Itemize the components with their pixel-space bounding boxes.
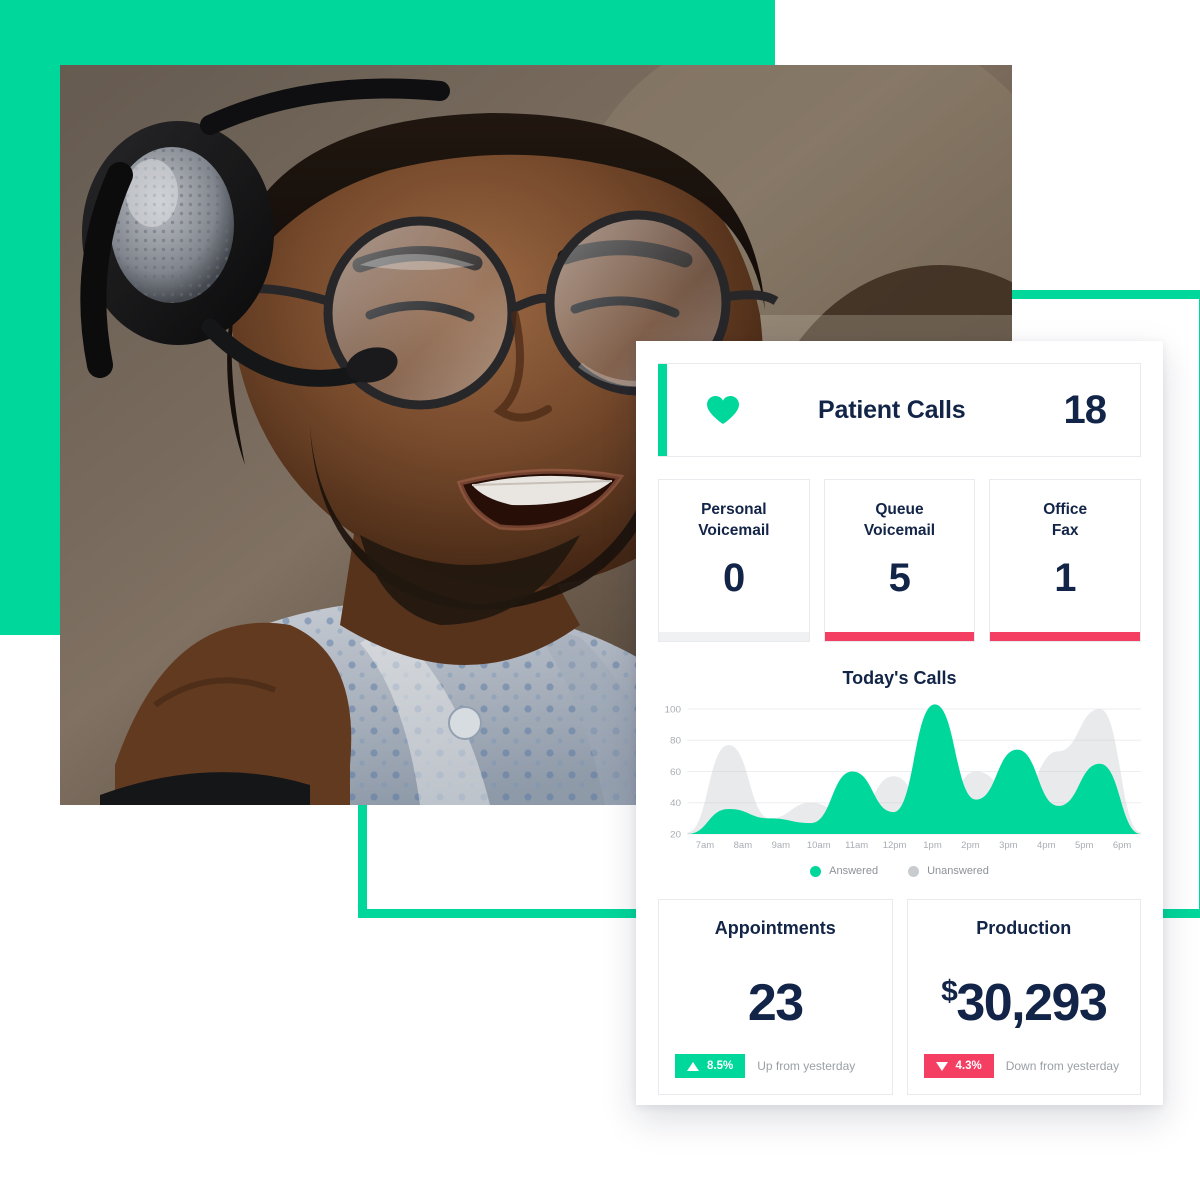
metric-footer: 4.3% Down from yesterday	[923, 1054, 1125, 1078]
legend-label: Unanswered	[927, 865, 989, 877]
triangle-down-icon	[935, 1061, 948, 1071]
x-tick-label: 1pm	[923, 840, 942, 851]
dashboard-card: Patient Calls 18 Personal Voicemail 0 Qu…	[636, 341, 1163, 1105]
stat-label-line1: Office	[1043, 501, 1088, 518]
x-tick-label: 7am	[695, 840, 715, 851]
chart-title: Today's Calls	[842, 668, 957, 688]
svg-text:40: 40	[670, 798, 682, 809]
stat-label: Personal Voicemail	[698, 500, 769, 542]
page-root: Patient Calls 18 Personal Voicemail 0 Qu…	[0, 0, 1200, 1177]
accent-bar	[658, 364, 667, 456]
x-tick-label: 2pm	[961, 840, 980, 851]
metric-footer: 8.5% Up from yesterday	[675, 1054, 876, 1078]
trend-badge-down: 4.3%	[923, 1054, 994, 1078]
legend-label: Answered	[829, 865, 879, 877]
x-tick-label: 10am	[806, 840, 831, 851]
stat-card-office-fax[interactable]: Office Fax 1	[989, 479, 1142, 642]
svg-text:20: 20	[670, 830, 682, 838]
trend-note: Up from yesterday	[757, 1059, 856, 1073]
legend-item-answered[interactable]: Answered	[810, 865, 878, 877]
trend-percent: 8.5%	[707, 1060, 734, 1072]
legend-dot-icon	[810, 865, 822, 877]
stat-value: 1	[1054, 555, 1077, 600]
x-tick-label: 11am	[845, 840, 869, 851]
svg-text:80: 80	[670, 736, 682, 747]
metric-title: Production	[976, 918, 1072, 938]
trend-note: Down from yesterday	[1005, 1059, 1120, 1073]
x-tick-label: 4pm	[1037, 840, 1056, 851]
chart-legend: Answered Unanswered	[658, 865, 1141, 877]
legend-dot-icon	[908, 865, 920, 877]
metric-number: 30,293	[956, 973, 1108, 1032]
x-tick-label: 6pm	[1112, 840, 1132, 851]
x-tick-label: 12pm	[882, 840, 907, 851]
todays-calls-chart: Today's Calls 20 40 60 80 100 7am 8am 9am 10am 1…	[658, 668, 1141, 877]
stat-underline	[824, 632, 975, 641]
triangle-up-icon	[687, 1061, 699, 1071]
patient-calls-value: 18	[1063, 387, 1107, 432]
stat-label: Queue Voicemail	[864, 500, 935, 542]
x-tick-label: 8am	[733, 840, 753, 851]
x-tick-label: 9am	[771, 840, 791, 851]
metric-title: Appointments	[714, 918, 836, 938]
x-tick-label: 3pm	[999, 840, 1018, 851]
metric-value: 23	[747, 951, 804, 1054]
stat-card-queue-voicemail[interactable]: Queue Voicemail 5	[823, 479, 976, 642]
legend-item-unanswered[interactable]: Unanswered	[908, 865, 989, 877]
metric-value: $30,293	[941, 951, 1108, 1054]
metric-number: 23	[747, 973, 804, 1032]
trend-percent: 4.3%	[955, 1060, 982, 1072]
patient-calls-header-card[interactable]: Patient Calls 18	[658, 363, 1141, 457]
stat-label-line2: Voicemail	[863, 521, 936, 539]
stat-label-line2: Fax	[1051, 521, 1079, 539]
stat-label-line1: Queue	[875, 501, 924, 518]
page-title: Patient Calls	[818, 395, 966, 424]
svg-text:60: 60	[670, 767, 682, 778]
stat-value: 0	[722, 555, 745, 600]
stat-label-line1: Personal	[701, 501, 767, 518]
stat-label: Office Fax	[1043, 500, 1087, 542]
metric-card-appointments[interactable]: Appointments 23 8.5% Up from yesterday	[658, 899, 893, 1095]
x-tick-label: 5pm	[1074, 840, 1094, 851]
stat-underline	[659, 632, 809, 641]
stat-underline	[990, 632, 1141, 641]
trend-badge-up: 8.5%	[675, 1054, 746, 1078]
chart-x-axis: 7am 8am 9am 10am 11am 12pm 1pm 2pm 3pm 4pm 5pm 6pm	[686, 840, 1141, 851]
stat-value: 5	[888, 555, 911, 600]
currency-symbol: $	[941, 974, 958, 1008]
chart-plot-area: 20 40 60 80 100	[658, 703, 1141, 838]
stat-label-line2: Voicemail	[698, 521, 770, 539]
stat-card-personal-voicemail[interactable]: Personal Voicemail 0	[658, 479, 810, 642]
stat-card-row: Personal Voicemail 0 Queue Voicemail 5 O…	[658, 479, 1142, 642]
metric-card-production[interactable]: Production $30,293 4.3% Down from yester…	[906, 899, 1141, 1095]
metric-card-row: Appointments 23 8.5% Up from yesterday P…	[658, 899, 1141, 1095]
svg-text:100: 100	[664, 705, 681, 716]
